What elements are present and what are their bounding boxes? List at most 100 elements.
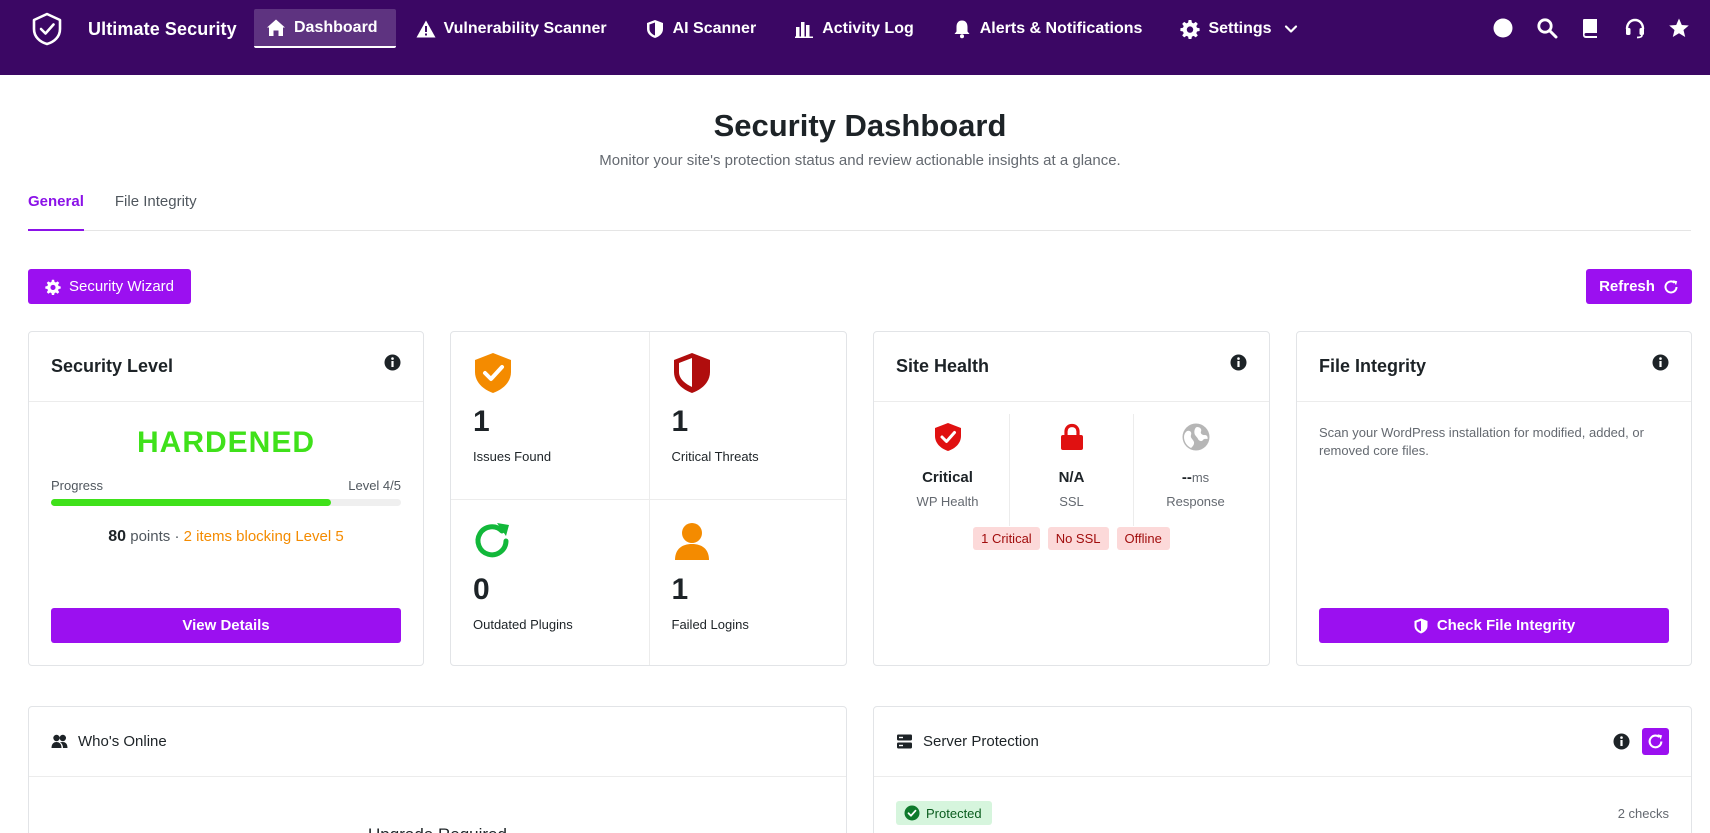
- tab-general[interactable]: General: [28, 190, 84, 231]
- card-header: Server Protection: [874, 707, 1691, 777]
- check-circle-icon: [904, 805, 920, 821]
- site-health-card: Site Health Critical WP Health N/A SSL -…: [873, 331, 1270, 666]
- view-details-button[interactable]: View Details: [51, 608, 401, 643]
- card-header: Site Health: [874, 332, 1269, 402]
- tab-file-integrity[interactable]: File Integrity: [115, 190, 197, 231]
- search-button[interactable]: [1536, 17, 1558, 39]
- info-icon[interactable]: [1230, 354, 1247, 371]
- nav-alerts-notifications[interactable]: Alerts & Notifications: [940, 9, 1161, 48]
- favorite-button[interactable]: [1668, 17, 1690, 39]
- points-separator: ·: [174, 528, 180, 545]
- file-integrity-description: Scan your WordPress installation for mod…: [1319, 425, 1644, 458]
- nav-label: AI Scanner: [672, 19, 757, 37]
- progress-bar: [51, 499, 401, 506]
- stat-critical-threats: 1 Critical Threats: [648, 332, 847, 499]
- nav-vulnerability-scanner[interactable]: Vulnerability Scanner: [404, 9, 625, 48]
- check-file-integrity-label: Check File Integrity: [1436, 617, 1576, 634]
- protected-label: Protected: [926, 805, 982, 821]
- progress-labels: Progress Level 4/5: [29, 478, 423, 493]
- health-ssl: N/A SSL: [1009, 414, 1133, 526]
- headset-icon: [1625, 18, 1645, 39]
- response-unit: ms: [1191, 470, 1210, 485]
- user-icon: [674, 522, 709, 560]
- points-suffix: points: [130, 528, 171, 545]
- shield-icon: [1414, 618, 1428, 633]
- nav-ai-scanner[interactable]: AI Scanner: [633, 9, 775, 48]
- chevron-down-icon: [1284, 24, 1297, 33]
- dark-mode-toggle[interactable]: [1492, 17, 1514, 39]
- checks-count: 2 checks: [1617, 806, 1669, 821]
- info-icon[interactable]: [1652, 354, 1669, 371]
- tab-bar: General File Integrity: [28, 190, 1691, 231]
- card-title: Who's Online: [78, 733, 167, 750]
- docs-button[interactable]: [1580, 17, 1602, 39]
- brand-name: Ultimate Security: [88, 18, 237, 39]
- top-icons: [1492, 17, 1690, 39]
- progress-fill: [51, 499, 331, 506]
- stat-value: 1: [671, 572, 689, 606]
- globe-icon: [1182, 423, 1209, 451]
- info-icon[interactable]: [1613, 733, 1630, 750]
- nav-label: Vulnerability Scanner: [443, 19, 607, 37]
- shield-icon: [646, 19, 663, 38]
- page-title: Security Dashboard: [713, 108, 1007, 143]
- health-wp: Critical WP Health: [886, 414, 1009, 526]
- server-protection-card: Server Protection Protected 2 checks: [873, 706, 1692, 833]
- refresh-icon: [1664, 279, 1678, 293]
- check-file-integrity-button[interactable]: Check File Integrity: [1319, 608, 1669, 643]
- shield-logo-icon: [32, 12, 62, 46]
- level-label: Level 4/5: [348, 478, 401, 493]
- response-value: --: [1181, 469, 1192, 486]
- star-icon: [1669, 18, 1689, 37]
- brand[interactable]: Ultimate Security: [30, 12, 237, 46]
- stat-value: 1: [473, 405, 490, 438]
- stat-failed-logins: 1 Failed Logins: [648, 498, 846, 665]
- shield-check-icon: [475, 353, 511, 393]
- page-subtitle: Monitor your site's protection status an…: [599, 152, 1121, 169]
- refresh-icon: [1648, 734, 1663, 749]
- points-value: 80: [108, 528, 127, 545]
- security-wizard-label: Security Wizard: [68, 278, 175, 295]
- info-icon[interactable]: [384, 354, 401, 371]
- nav-dashboard[interactable]: Dashboard: [254, 9, 396, 48]
- health-label: Response: [1166, 494, 1225, 509]
- server-icon: [897, 734, 912, 749]
- support-button[interactable]: [1624, 17, 1646, 39]
- stat-label: Issues Found: [473, 449, 552, 464]
- bell-icon: [954, 20, 970, 38]
- stat-issues-found: 1 Issues Found: [451, 332, 649, 499]
- points-summary: 80 points · 2 items blocking Level 5: [29, 528, 423, 546]
- security-level-card: Security Level HARDENED Progress Level 4…: [28, 331, 424, 666]
- stat-label: Outdated Plugins: [473, 616, 573, 632]
- nav-label: Alerts & Notifications: [979, 19, 1143, 37]
- progress-label: Progress: [51, 478, 104, 493]
- nav-settings[interactable]: Settings: [1168, 9, 1315, 48]
- stat-value: 1: [671, 405, 689, 438]
- server-refresh-button[interactable]: [1642, 728, 1669, 755]
- card-title: Server Protection: [923, 733, 1039, 750]
- shield-half-icon: [673, 353, 710, 393]
- security-wizard-button[interactable]: Security Wizard: [28, 269, 191, 304]
- book-icon: [1583, 19, 1597, 38]
- shield-check-icon: [934, 423, 961, 451]
- health-response: --ms Response: [1133, 414, 1257, 526]
- gear-icon: [1180, 19, 1201, 39]
- security-status: HARDENED: [136, 426, 315, 459]
- card-title: Site Health: [896, 356, 990, 376]
- health-badges: 1 Critical No SSL Offline: [874, 527, 1269, 550]
- lock-icon: [1060, 423, 1083, 450]
- nav-label: Dashboard: [294, 18, 378, 36]
- health-value: Critical: [922, 469, 973, 486]
- stats-card: 1 Issues Found 1 Critical Threats 0 Outd…: [450, 331, 847, 666]
- health-value: --ms: [1134, 469, 1257, 486]
- stat-outdated-plugins: 0 Outdated Plugins: [451, 498, 649, 666]
- blocking-items-link[interactable]: 2 items blocking Level 5: [184, 528, 344, 545]
- nav-activity-log[interactable]: Activity Log: [782, 9, 932, 48]
- card-title: Security Level: [51, 356, 174, 376]
- main-nav: Dashboard Vulnerability Scanner AI Scann…: [254, 9, 1316, 48]
- health-metrics: Critical WP Health N/A SSL --ms Response: [874, 414, 1269, 526]
- whos-online-card: Who's Online Upgrade Required: [28, 706, 847, 833]
- refresh-button[interactable]: Refresh: [1586, 269, 1692, 304]
- upgrade-required-message: Upgrade Required: [29, 825, 846, 833]
- status-badge: 1 Critical: [973, 527, 1040, 550]
